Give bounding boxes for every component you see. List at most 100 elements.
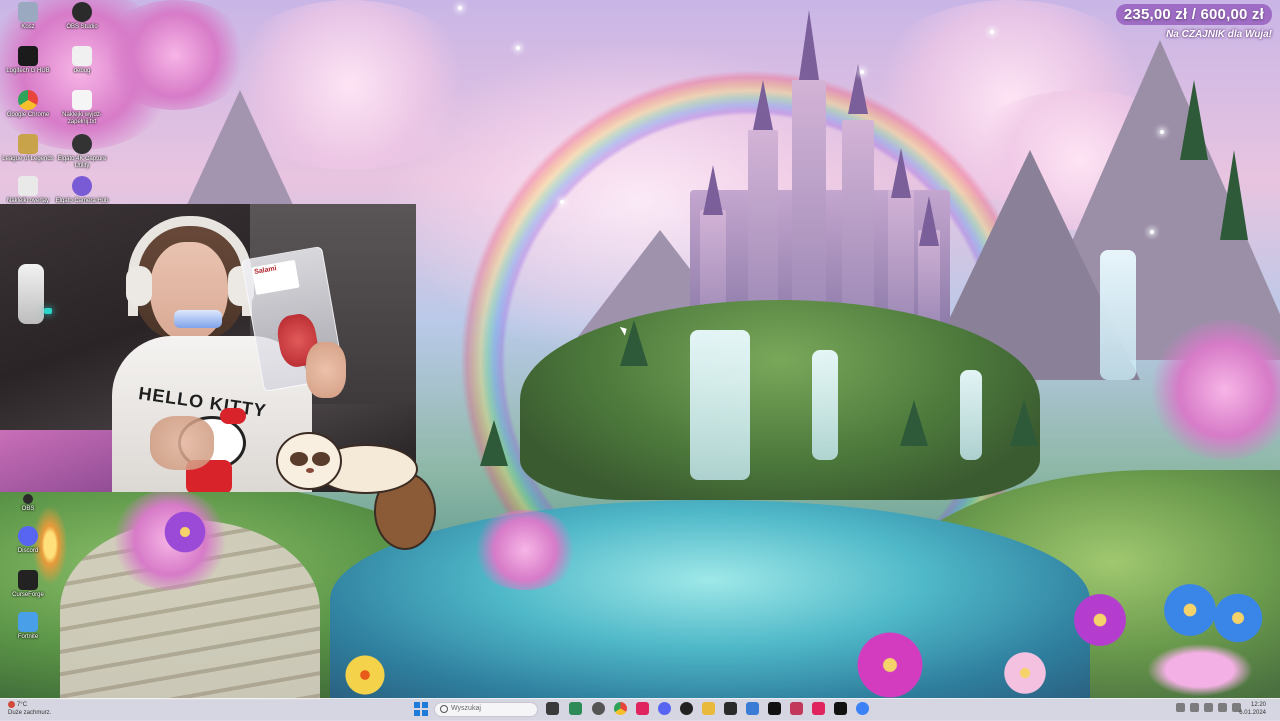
desktop-icon-logitech[interactable]: Logitech G HUB	[0, 46, 56, 75]
ring-light	[18, 264, 44, 324]
file-icon	[72, 46, 92, 66]
weather-icon	[8, 701, 15, 708]
desktop-icon-debug[interactable]: debug	[54, 46, 110, 75]
ferret-nose	[306, 468, 314, 473]
castle-spire	[753, 80, 773, 130]
capcut-icon[interactable]	[768, 702, 781, 715]
chrome-icon	[18, 90, 38, 110]
desktop-icon-obs[interactable]: OBS	[0, 494, 56, 513]
sparkle	[516, 46, 520, 50]
pine-tree	[1010, 400, 1038, 446]
elgato-icon	[72, 134, 92, 154]
app-icon[interactable]	[680, 702, 693, 715]
obs-icon	[23, 494, 33, 504]
text-icon[interactable]	[790, 702, 803, 715]
flower	[160, 510, 210, 554]
tiktok-studio-icon[interactable]	[812, 702, 825, 715]
streamer-hand	[150, 416, 214, 470]
flower	[850, 630, 930, 700]
pine-tree	[1180, 80, 1208, 160]
waterfall	[1100, 250, 1136, 380]
desktop-icon-curseforge[interactable]: CurseForge	[0, 570, 56, 599]
desktop-icon-obs-studio[interactable]: OBS Studio	[54, 2, 110, 31]
search-icon	[440, 705, 448, 713]
headphone-earcup	[126, 266, 152, 306]
logitech-icon	[18, 46, 38, 66]
desktop-icon-chrome[interactable]: Google Chrome	[0, 90, 56, 119]
flower	[1140, 640, 1260, 700]
desktop-icon-naklejki-txt[interactable]: Naklejki wyjdź-zapełnij.txt	[54, 90, 110, 126]
castle-spire	[919, 196, 939, 246]
desk-mat	[0, 430, 130, 492]
flower	[1000, 650, 1050, 696]
tray-app-icon[interactable]	[1190, 703, 1199, 712]
weather-widget[interactable]: 7°C Duże zachmurz.	[8, 701, 51, 717]
chrome-icon[interactable]	[614, 702, 627, 715]
league-icon	[18, 134, 38, 154]
package-label: Salami	[251, 259, 300, 296]
camera-hub-icon	[72, 176, 92, 196]
settings-icon[interactable]	[592, 702, 605, 715]
desktop-icon-league[interactable]: League of Legends	[0, 134, 56, 163]
desktop-icon-camera-hub[interactable]: Elgato Camera Hub	[54, 176, 110, 205]
castle-spire	[703, 165, 723, 215]
snack-bar	[174, 310, 222, 328]
network-icon[interactable]	[1218, 703, 1227, 712]
chrome-alt-icon[interactable]	[856, 702, 869, 715]
tray-chevron-icon[interactable]	[1176, 703, 1185, 712]
desktop-icon-fortnite[interactable]: Fortnite	[0, 612, 56, 641]
waterfall	[812, 350, 838, 460]
flower	[1210, 590, 1266, 646]
desktop-icon-naklejki-overlay[interactable]: Naklejki overlay	[0, 176, 56, 205]
overlay-icon	[18, 176, 38, 196]
obs-icon	[72, 2, 92, 22]
ferret-head	[276, 432, 342, 490]
blossom-tree	[100, 0, 250, 110]
blossom-bush	[470, 510, 580, 590]
weather-desc: Duże zachmurz.	[8, 710, 52, 717]
donation-goal-text: Na CZAJNIK dla Wuja!	[1166, 29, 1272, 40]
desktop-icon-discord[interactable]: Discord	[0, 526, 56, 555]
start-button[interactable]	[414, 702, 428, 716]
photo-icon[interactable]	[746, 702, 759, 715]
pine-tree	[900, 400, 928, 446]
microphone-icon[interactable]	[1204, 703, 1213, 712]
pine-tree	[480, 420, 508, 466]
hello-kitty-bow	[220, 408, 246, 424]
files-icon[interactable]	[546, 702, 559, 715]
terminal-icon[interactable]	[724, 702, 737, 715]
text-file-icon	[72, 90, 92, 110]
clock-time: 12:20	[1250, 702, 1266, 708]
waterfall	[960, 370, 982, 460]
castle-tower	[842, 120, 874, 330]
discord-icon[interactable]	[658, 702, 671, 715]
discord-icon	[18, 526, 38, 546]
desktop-icon-elgato-capture[interactable]: Elgato 4K Capture Utility	[54, 134, 110, 170]
recycle-bin-icon	[18, 2, 38, 22]
folder-icon[interactable]	[702, 702, 715, 715]
waterfall	[690, 330, 750, 480]
castle-tower	[792, 80, 826, 330]
ferret-eye-mask	[312, 452, 330, 466]
sparkle	[860, 70, 864, 74]
streamer-hand-holding	[306, 342, 346, 398]
ferret-eye-mask	[290, 452, 308, 466]
flower	[340, 655, 390, 695]
sparkle	[1150, 230, 1154, 234]
flower	[1070, 590, 1130, 650]
taskbar: 7°C Duże zachmurz. Wyszukaj 12:20 6.01.2…	[0, 698, 1280, 721]
taskbar-clock[interactable]: 12:20 6.01.2024	[1239, 701, 1266, 717]
sparkle	[990, 30, 994, 34]
sparkle	[560, 200, 564, 204]
media-icon[interactable]	[834, 702, 847, 715]
fortnite-icon	[18, 612, 38, 632]
castle-spire	[799, 10, 819, 80]
desktop-icon-recycle-bin[interactable]: Kosz	[0, 2, 56, 31]
castle-spire	[891, 148, 911, 198]
castle-spire	[848, 64, 868, 114]
ferret-mascot	[274, 432, 444, 550]
android-icon[interactable]	[569, 702, 582, 715]
tiktok-icon[interactable]	[636, 702, 649, 715]
taskbar-search[interactable]: Wyszukaj	[434, 702, 538, 717]
light-indicator	[44, 308, 52, 314]
